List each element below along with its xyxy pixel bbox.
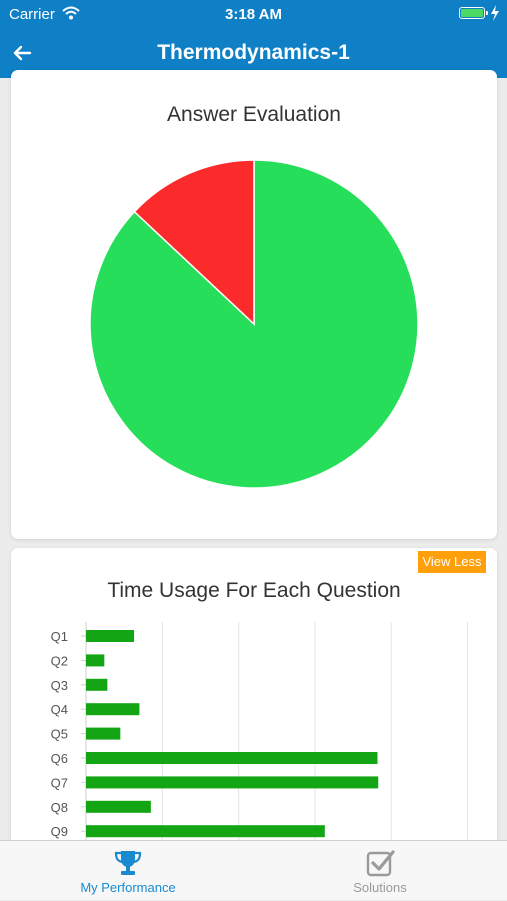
page-title: Thermodynamics-1 — [157, 41, 350, 64]
y-tick-label: Q9 — [51, 824, 68, 839]
view-less-button[interactable]: View Less — [418, 551, 486, 573]
bar-q8 — [86, 800, 151, 813]
time-usage-title: Time Usage For Each Question — [107, 579, 401, 602]
bar-q1 — [86, 630, 135, 642]
y-tick-label: Q1 — [51, 629, 68, 644]
bar-q3 — [86, 678, 108, 691]
status-bar: Carrier 3:18 AM — [0, 0, 507, 28]
checkbox-icon — [366, 850, 395, 877]
trophy-icon — [114, 851, 142, 875]
y-tick-label: Q8 — [51, 800, 68, 815]
tab-bar: My Performance Solutions — [0, 840, 507, 900]
charging-bolt-icon — [491, 5, 499, 21]
answer-evaluation-title: Answer Evaluation — [167, 103, 341, 126]
time-usage-bar-chart: Q1 Q2 Q3 Q4 Q5 Q6 Q7 Q8 Q9 — [51, 622, 468, 848]
answer-evaluation-card: Answer Evaluation — [11, 70, 497, 539]
bar-q7 — [86, 776, 379, 789]
bar-q4 — [86, 703, 140, 716]
battery-icon — [459, 7, 488, 19]
tab-my-performance[interactable]: My Performance — [48, 841, 208, 901]
tab-solutions-label: Solutions — [353, 880, 407, 895]
y-tick-label: Q4 — [51, 702, 68, 717]
answer-pie-chart — [89, 159, 419, 489]
status-time: 3:18 AM — [225, 6, 282, 23]
y-tick-label: Q7 — [51, 775, 68, 790]
tab-solutions[interactable]: Solutions — [300, 841, 460, 901]
y-tick-label: Q3 — [51, 678, 68, 693]
y-tick-label: Q2 — [51, 653, 68, 668]
y-tick-label: Q6 — [51, 751, 68, 766]
time-usage-card: View Less Time Usage For Each Question Q… — [11, 548, 497, 848]
y-tick-label: Q5 — [51, 727, 68, 742]
bar-q6 — [86, 752, 378, 764]
bar-q5 — [86, 727, 121, 740]
bar-q9 — [86, 825, 325, 838]
bar-q2 — [86, 654, 105, 667]
tab-my-performance-label: My Performance — [80, 880, 176, 895]
